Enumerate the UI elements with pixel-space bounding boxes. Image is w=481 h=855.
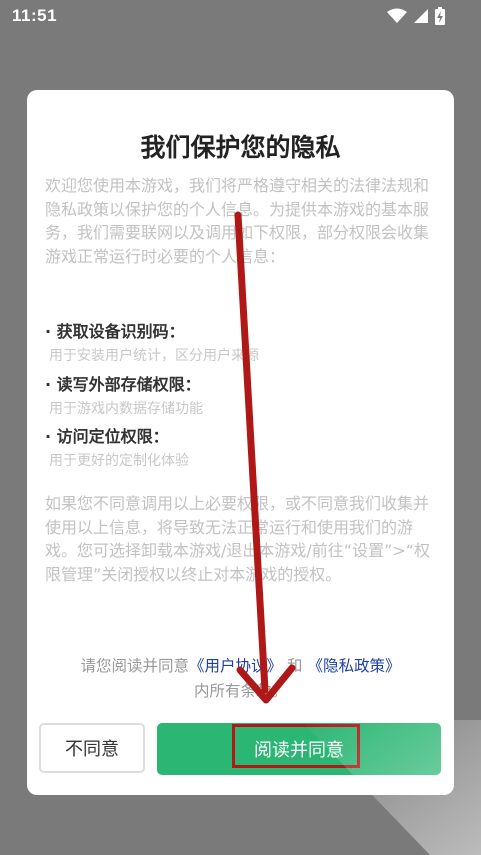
annotation-arrow [234,211,481,855]
